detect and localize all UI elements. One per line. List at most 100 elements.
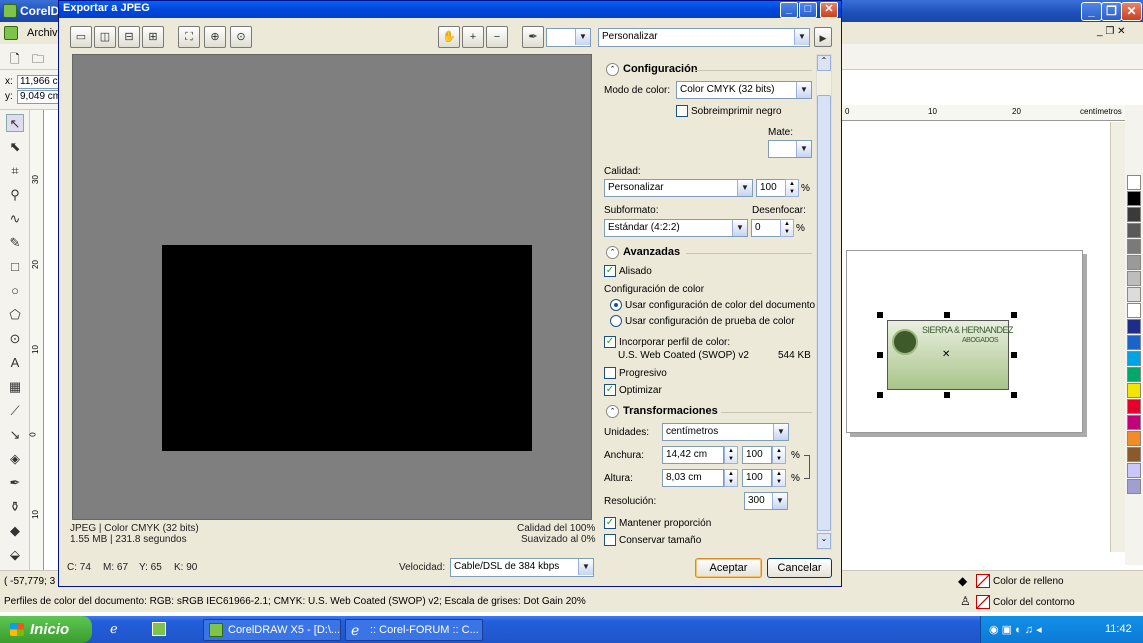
zoom-in-icon[interactable]: +	[462, 26, 484, 48]
overprint-black-checkbox[interactable]	[676, 105, 688, 117]
proof-color-radio[interactable]	[610, 315, 622, 327]
color-profiles-status[interactable]: Perfiles de color del documento: RGB: sR…	[4, 596, 586, 607]
interactive-fill-tool-icon[interactable]: ⬙	[6, 546, 24, 564]
scroll-thumb[interactable]	[817, 95, 831, 531]
selection-handle[interactable]	[877, 312, 883, 318]
quick-launch-corel-icon[interactable]	[152, 622, 166, 636]
height-spinner[interactable]: ▲ ▼	[724, 469, 738, 487]
optimize-checkbox[interactable]: ✓	[604, 384, 616, 396]
fill-none-swatch[interactable]	[976, 574, 990, 588]
ellipse-tool-icon[interactable]: ○	[6, 282, 24, 300]
resolution-dropdown[interactable]: 300 ▼	[744, 492, 788, 510]
zoom-combo[interactable]: ▼	[546, 28, 591, 47]
height-field[interactable]: 8,03 cm	[662, 469, 724, 487]
palette-swatch[interactable]	[1127, 351, 1141, 366]
blend-tool-icon[interactable]: ◈	[6, 450, 24, 468]
palette-swatch[interactable]	[1127, 463, 1141, 478]
selection-handle[interactable]	[1011, 352, 1017, 358]
palette-swatch[interactable]	[1127, 447, 1141, 462]
shape-tool-icon[interactable]: ⬉	[6, 138, 24, 156]
selection-handle[interactable]	[877, 352, 883, 358]
dialog-maximize-button[interactable]: □	[799, 2, 817, 18]
width-field[interactable]: 14,42 cm	[662, 446, 724, 464]
document-color-radio[interactable]	[610, 299, 622, 311]
table-tool-icon[interactable]: ▦	[6, 378, 24, 396]
settings-scrollbar[interactable]: ⌃ ⌄	[816, 54, 832, 550]
canvas-vertical-scrollbar[interactable]	[1110, 122, 1125, 552]
scroll-down-icon[interactable]: ⌄	[817, 533, 831, 549]
app-maximize-button[interactable]: ❐	[1101, 2, 1122, 21]
pick-tool-icon[interactable]: ↖	[6, 114, 24, 132]
new-document-icon[interactable]: 🗋	[10, 50, 20, 71]
single-view-icon[interactable]: ▭	[70, 26, 92, 48]
width-percent-spinner[interactable]: ▲ ▼	[772, 446, 786, 464]
task-coreldraw[interactable]: CorelDRAW X5 - [D:\...	[203, 619, 341, 641]
palette-swatch[interactable]	[1127, 399, 1141, 414]
keep-ratio-checkbox[interactable]: ✓	[604, 517, 616, 529]
coord-y-field[interactable]: 9,049 cm	[17, 90, 60, 104]
selection-handle[interactable]	[944, 392, 950, 398]
preset-menu-arrow-icon[interactable]: ▶	[814, 27, 832, 47]
quick-launch-ie-icon[interactable]: ℯ	[110, 621, 118, 637]
outline-none-swatch[interactable]	[976, 595, 990, 609]
polygon-tool-icon[interactable]: ⬠	[6, 306, 24, 324]
palette-swatch[interactable]	[1127, 287, 1141, 302]
quality-spinner[interactable]: ▲ ▼	[785, 179, 799, 197]
rectangle-tool-icon[interactable]: □	[6, 258, 24, 276]
embed-profile-checkbox[interactable]: ✓	[604, 336, 616, 348]
selection-handle[interactable]	[877, 392, 883, 398]
freehand-tool-icon[interactable]: ∿	[6, 210, 24, 228]
preset-dropdown[interactable]: Personalizar ▼	[598, 28, 810, 47]
eyedropper-tool-icon[interactable]: ✒	[6, 474, 24, 492]
dialog-close-button[interactable]: ✕	[820, 2, 838, 18]
split-horizontal-icon[interactable]: ⊟	[118, 26, 140, 48]
quality-number-field[interactable]: 100	[756, 179, 786, 197]
matte-color-dropdown[interactable]: ▼	[768, 140, 812, 158]
selection-handle[interactable]	[1011, 312, 1017, 318]
outline-tool-icon[interactable]: ⚱	[6, 498, 24, 516]
quality-dropdown[interactable]: Personalizar ▼	[604, 179, 753, 197]
collapse-advanced-icon[interactable]: ⌃	[606, 246, 619, 259]
task-browser[interactable]: ℯ:: Corel-FORUM :: C...	[345, 619, 483, 641]
preview-area[interactable]	[72, 54, 592, 520]
pan-hand-icon[interactable]: ✋	[438, 26, 460, 48]
palette-swatch[interactable]	[1127, 303, 1141, 318]
zoom-to-fit-icon[interactable]: ⊕	[204, 26, 226, 48]
keep-size-checkbox[interactable]	[604, 534, 616, 546]
dialog-minimize-button[interactable]: _	[780, 2, 798, 18]
palette-swatch[interactable]	[1127, 223, 1141, 238]
scroll-up-icon[interactable]: ⌃	[817, 55, 831, 71]
connector-tool-icon[interactable]: ↘	[6, 426, 24, 444]
collapse-transform-icon[interactable]: ⌃	[606, 405, 619, 418]
collapse-config-icon[interactable]: ⌃	[606, 63, 619, 76]
text-tool-icon[interactable]: A	[6, 354, 24, 372]
basic-shapes-tool-icon[interactable]: ⊙	[6, 330, 24, 348]
units-dropdown[interactable]: centímetros ▼	[662, 423, 789, 441]
crop-tool-icon[interactable]: ⌗	[6, 162, 24, 180]
subformat-dropdown[interactable]: Estándar (4:2:2) ▼	[604, 219, 748, 237]
palette-swatch[interactable]	[1127, 431, 1141, 446]
open-folder-icon[interactable]: 🗀	[32, 50, 44, 71]
start-button[interactable]: Inicio	[0, 616, 92, 643]
zoom-actual-icon[interactable]: ⊙	[230, 26, 252, 48]
palette-swatch[interactable]	[1127, 271, 1141, 286]
progressive-checkbox[interactable]	[604, 367, 616, 379]
tray-icons[interactable]: ◉ ▣ ◐ ♫ ◂	[989, 623, 1042, 636]
speed-dropdown[interactable]: Cable/DSL de 384 kbps ▼	[450, 558, 594, 577]
palette-swatch[interactable]	[1127, 415, 1141, 430]
split-vertical-icon[interactable]: ◫	[94, 26, 116, 48]
dimension-tool-icon[interactable]: ⟋	[6, 402, 24, 420]
height-percent-spinner[interactable]: ▲ ▼	[772, 469, 786, 487]
coord-x-field[interactable]: 11,966 c	[17, 75, 60, 89]
palette-swatch[interactable]	[1127, 175, 1141, 190]
palette-swatch[interactable]	[1127, 191, 1141, 206]
palette-swatch[interactable]	[1127, 239, 1141, 254]
blur-field[interactable]: 0	[751, 219, 781, 237]
palette-swatch[interactable]	[1127, 319, 1141, 334]
eyedropper-icon[interactable]: ✒	[522, 26, 544, 48]
selection-handle[interactable]	[944, 312, 950, 318]
width-spinner[interactable]: ▲ ▼	[724, 446, 738, 464]
zoom-out-icon[interactable]: −	[486, 26, 508, 48]
palette-swatch[interactable]	[1127, 367, 1141, 382]
fill-tool-icon[interactable]: ◆	[6, 522, 24, 540]
